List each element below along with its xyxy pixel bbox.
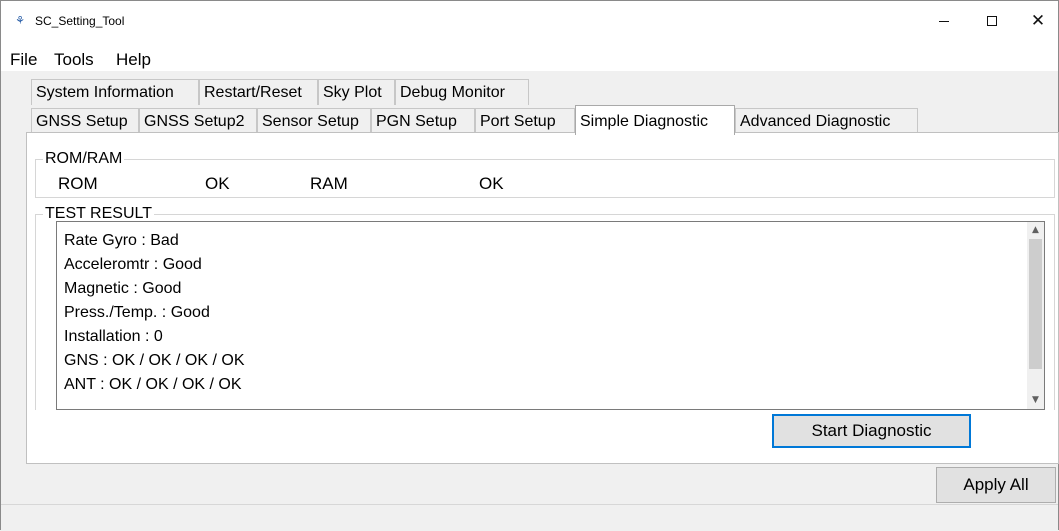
tab-gnss-setup2[interactable]: GNSS Setup2	[139, 108, 257, 134]
maximize-button[interactable]	[969, 1, 1015, 41]
status-bar	[1, 504, 1058, 531]
tab-restart-reset[interactable]: Restart/Reset	[199, 79, 318, 105]
tab-sky-plot[interactable]: Sky Plot	[318, 79, 395, 105]
tab-system-information[interactable]: System Information	[31, 79, 199, 105]
app-icon	[13, 14, 27, 27]
menu-tools[interactable]: Tools	[54, 49, 94, 71]
scroll-thumb[interactable]	[1029, 239, 1042, 369]
rom-label: ROM	[58, 174, 98, 193]
tab-debug-monitor[interactable]: Debug Monitor	[395, 79, 529, 105]
start-diagnostic-button[interactable]: Start Diagnostic	[772, 414, 971, 448]
app-window: SC_Setting_Tool ✕ File Tools Help System…	[0, 0, 1059, 531]
close-icon: ✕	[1030, 11, 1046, 31]
tab-sensor-setup[interactable]: Sensor Setup	[257, 108, 371, 134]
tab-simple-diagnostic[interactable]: Simple Diagnostic	[575, 105, 735, 135]
scroll-down-icon[interactable]: ▼	[1027, 392, 1044, 409]
romram-legend: ROM/RAM	[43, 149, 125, 169]
test-result-textbox[interactable]: Rate Gyro : Bad Acceleromtr : Good Magne…	[56, 221, 1045, 410]
simple-diagnostic-panel: ROM/RAM ROM OK RAM OK TEST RESULT Rate G…	[26, 132, 1059, 464]
apply-all-button[interactable]: Apply All	[936, 467, 1056, 503]
close-button[interactable]: ✕	[1015, 1, 1059, 41]
maximize-icon	[987, 16, 997, 26]
tab-pgn-setup[interactable]: PGN Setup	[371, 108, 475, 134]
tab-gnss-setup[interactable]: GNSS Setup	[31, 108, 139, 134]
minimize-button[interactable]	[921, 1, 967, 41]
romram-group: ROM/RAM ROM OK RAM OK	[35, 149, 1055, 198]
result-line: GNS : OK / OK / OK / OK	[64, 352, 245, 369]
result-line: Acceleromtr : Good	[64, 256, 202, 273]
menu-file[interactable]: File	[10, 49, 37, 71]
result-line: Installation : 0	[64, 328, 163, 345]
tab-port-setup[interactable]: Port Setup	[475, 108, 575, 134]
scroll-up-icon[interactable]: ▲	[1027, 222, 1044, 239]
ram-label: RAM	[310, 174, 348, 193]
result-line: Magnetic : Good	[64, 280, 182, 297]
menu-bar: File Tools Help	[1, 41, 1058, 71]
minimize-icon	[939, 20, 949, 22]
result-line: Press./Temp. : Good	[64, 304, 210, 321]
ram-value: OK	[479, 174, 504, 193]
tab-advanced-diagnostic[interactable]: Advanced Diagnostic	[735, 108, 918, 134]
result-line: ANT : OK / OK / OK / OK	[64, 376, 242, 393]
window-title: SC_Setting_Tool	[35, 14, 125, 28]
test-result-lines: Rate Gyro : Bad Acceleromtr : Good Magne…	[64, 229, 244, 397]
rom-value: OK	[205, 174, 230, 193]
title-bar[interactable]: SC_Setting_Tool ✕	[1, 1, 1058, 41]
vertical-scrollbar[interactable]: ▲ ▼	[1027, 222, 1044, 409]
menu-help[interactable]: Help	[116, 49, 151, 71]
result-line: Rate Gyro : Bad	[64, 232, 179, 249]
